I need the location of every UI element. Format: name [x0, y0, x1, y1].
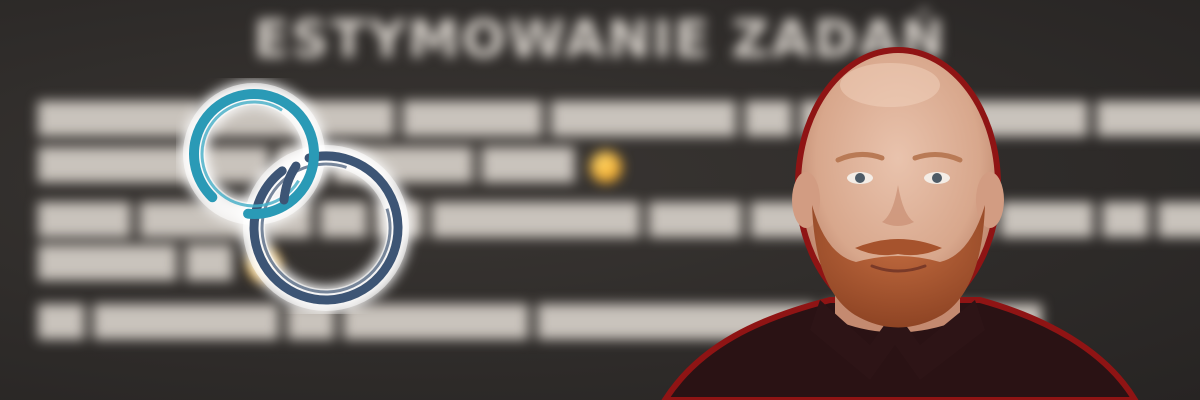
- thumbnail-canvas: ESTYMOWANIE ZADAŃ ███████ ████████ █████…: [0, 0, 1200, 400]
- presenter-cutout: [661, 47, 1139, 400]
